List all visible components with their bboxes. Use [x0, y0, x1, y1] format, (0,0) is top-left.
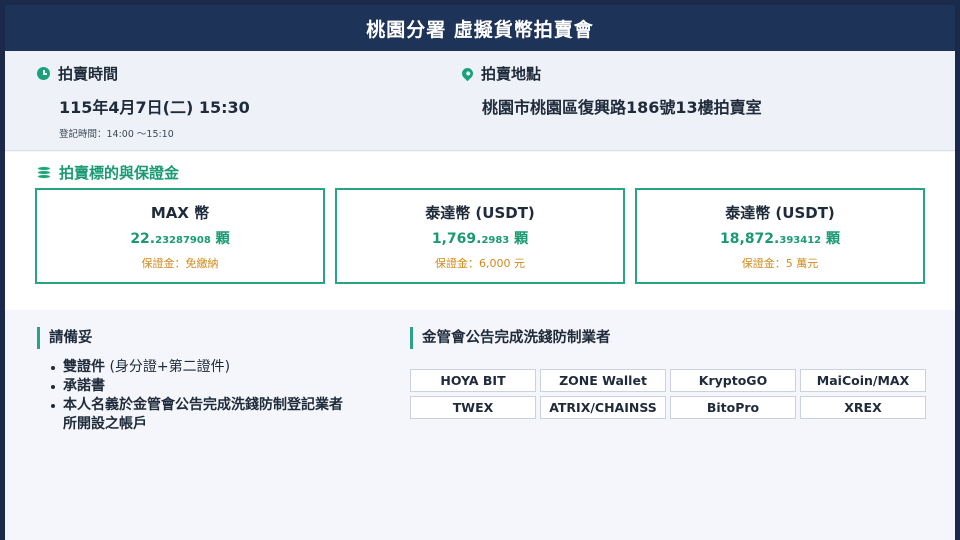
prepare-item-note: (身分證+第二證件): [105, 359, 231, 375]
item-amount-integer: 22.: [130, 231, 156, 247]
item-amount-decimal: 393412: [779, 235, 822, 246]
prepare-item-main: 承諾書: [63, 378, 105, 394]
list-item: 承諾書: [49, 377, 343, 396]
vendors-title: 金管會公告完成洗錢防制業者: [410, 327, 611, 349]
auction-time-value: 115年4月7日(二) 15:30: [59, 98, 250, 117]
item-deposit: 保證金：5 萬元: [741, 257, 819, 270]
item-amount-integer: 18,872.: [720, 231, 780, 247]
list-item: 雙證件 (身分證+第二證件): [49, 358, 343, 377]
auction-items-title-row: 拍賣標的與保證金: [37, 162, 179, 183]
prepare-item-main: 雙證件: [63, 359, 105, 375]
prepare-item-main: 所開設之帳戶: [63, 416, 147, 432]
item-card-usdt-1: 泰達幣 (USDT) 1,769.2983 顆 保證金：6,000 元: [335, 188, 625, 284]
auction-location-value: 桃園市桃園區復興路186號13樓拍賣室: [482, 98, 762, 117]
item-name: 泰達幣 (USDT): [725, 204, 835, 222]
registration-time: 登記時間：14:00 ～15:10: [59, 129, 174, 140]
item-amount-decimal: 23287908: [155, 235, 211, 246]
page-title: 桃園分署 虛擬貨幣拍賣會: [366, 18, 594, 41]
item-amount: 1,769.2983 顆: [337, 228, 623, 248]
item-amount: 18,872.393412 顆: [637, 228, 923, 248]
auction-location-label: 拍賣地點: [481, 65, 542, 83]
auction-time-label: 拍賣時間: [58, 65, 119, 83]
auction-items-title: 拍賣標的與保證金: [59, 164, 180, 182]
item-amount: 22.23287908 顆: [37, 228, 323, 248]
vendor-grid: HOYA BIT ZONE Wallet KryptoGO MaiCoin/MA…: [410, 369, 926, 419]
item-name: 泰達幣 (USDT): [425, 204, 535, 222]
vendor-item: ZONE Wallet: [540, 369, 666, 392]
vendor-item: MaiCoin/MAX: [800, 369, 926, 392]
auction-location-block: 拍賣地點 桃園市桃園區復興路186號13樓拍賣室: [459, 63, 762, 118]
auction-time-label-row: 拍賣時間: [37, 63, 250, 84]
item-amount-decimal: 2983: [481, 235, 510, 246]
page-title-bar: 桃園分署 虛擬貨幣拍賣會: [5, 5, 955, 51]
clock-icon: [37, 67, 50, 80]
item-card-max: MAX 幣 22.23287908 顆 保證金：免繳納: [35, 188, 325, 284]
list-item-continuation: 所開設之帳戶: [49, 415, 343, 434]
vendor-item: HOYA BIT: [410, 369, 536, 392]
item-card-usdt-2: 泰達幣 (USDT) 18,872.393412 顆 保證金：5 萬元: [635, 188, 925, 284]
vendor-item: TWEX: [410, 396, 536, 419]
item-amount-integer: 1,769.: [431, 231, 482, 247]
item-name: MAX 幣: [150, 204, 210, 222]
auction-time-block: 拍賣時間 115年4月7日(二) 15:30 登記時間：14:00 ～15:10: [37, 63, 250, 140]
requirements-panel: 請備妥 雙證件 (身分證+第二證件) 承諾書 本人名義於金管會公告完成洗錢防制登…: [5, 310, 955, 540]
item-amount-unit: 顆: [821, 231, 840, 247]
vendor-item: ATRIX/CHAINSS: [540, 396, 666, 419]
item-amount-unit: 顆: [210, 231, 230, 247]
item-amount-unit: 顆: [509, 231, 529, 247]
coins-icon: [37, 165, 51, 180]
auction-items-panel: 拍賣標的與保證金 MAX 幣 22.23287908 顆 保證金：免繳納 泰達幣…: [5, 152, 955, 310]
item-deposit: 保證金：6,000 元: [435, 257, 525, 270]
prepare-item-main: 本人名義於金管會公告完成洗錢防制登記業者: [63, 397, 343, 413]
map-pin-icon: [459, 65, 476, 82]
prepare-title: 請備妥: [37, 327, 93, 349]
auction-info-panel: 拍賣時間 115年4月7日(二) 15:30 登記時間：14:00 ～15:10…: [5, 51, 955, 151]
page-frame: 桃園分署 虛擬貨幣拍賣會 拍賣時間 115年4月7日(二) 15:30 登記時間…: [0, 0, 960, 540]
vendor-item: KryptoGO: [670, 369, 796, 392]
vendor-item: BitoPro: [670, 396, 796, 419]
auction-location-label-row: 拍賣地點: [459, 63, 762, 84]
list-item: 本人名義於金管會公告完成洗錢防制登記業者: [49, 396, 343, 415]
prepare-list: 雙證件 (身分證+第二證件) 承諾書 本人名義於金管會公告完成洗錢防制登記業者 …: [49, 358, 343, 434]
vendor-item: XREX: [800, 396, 926, 419]
item-deposit: 保證金：免繳納: [141, 257, 219, 270]
